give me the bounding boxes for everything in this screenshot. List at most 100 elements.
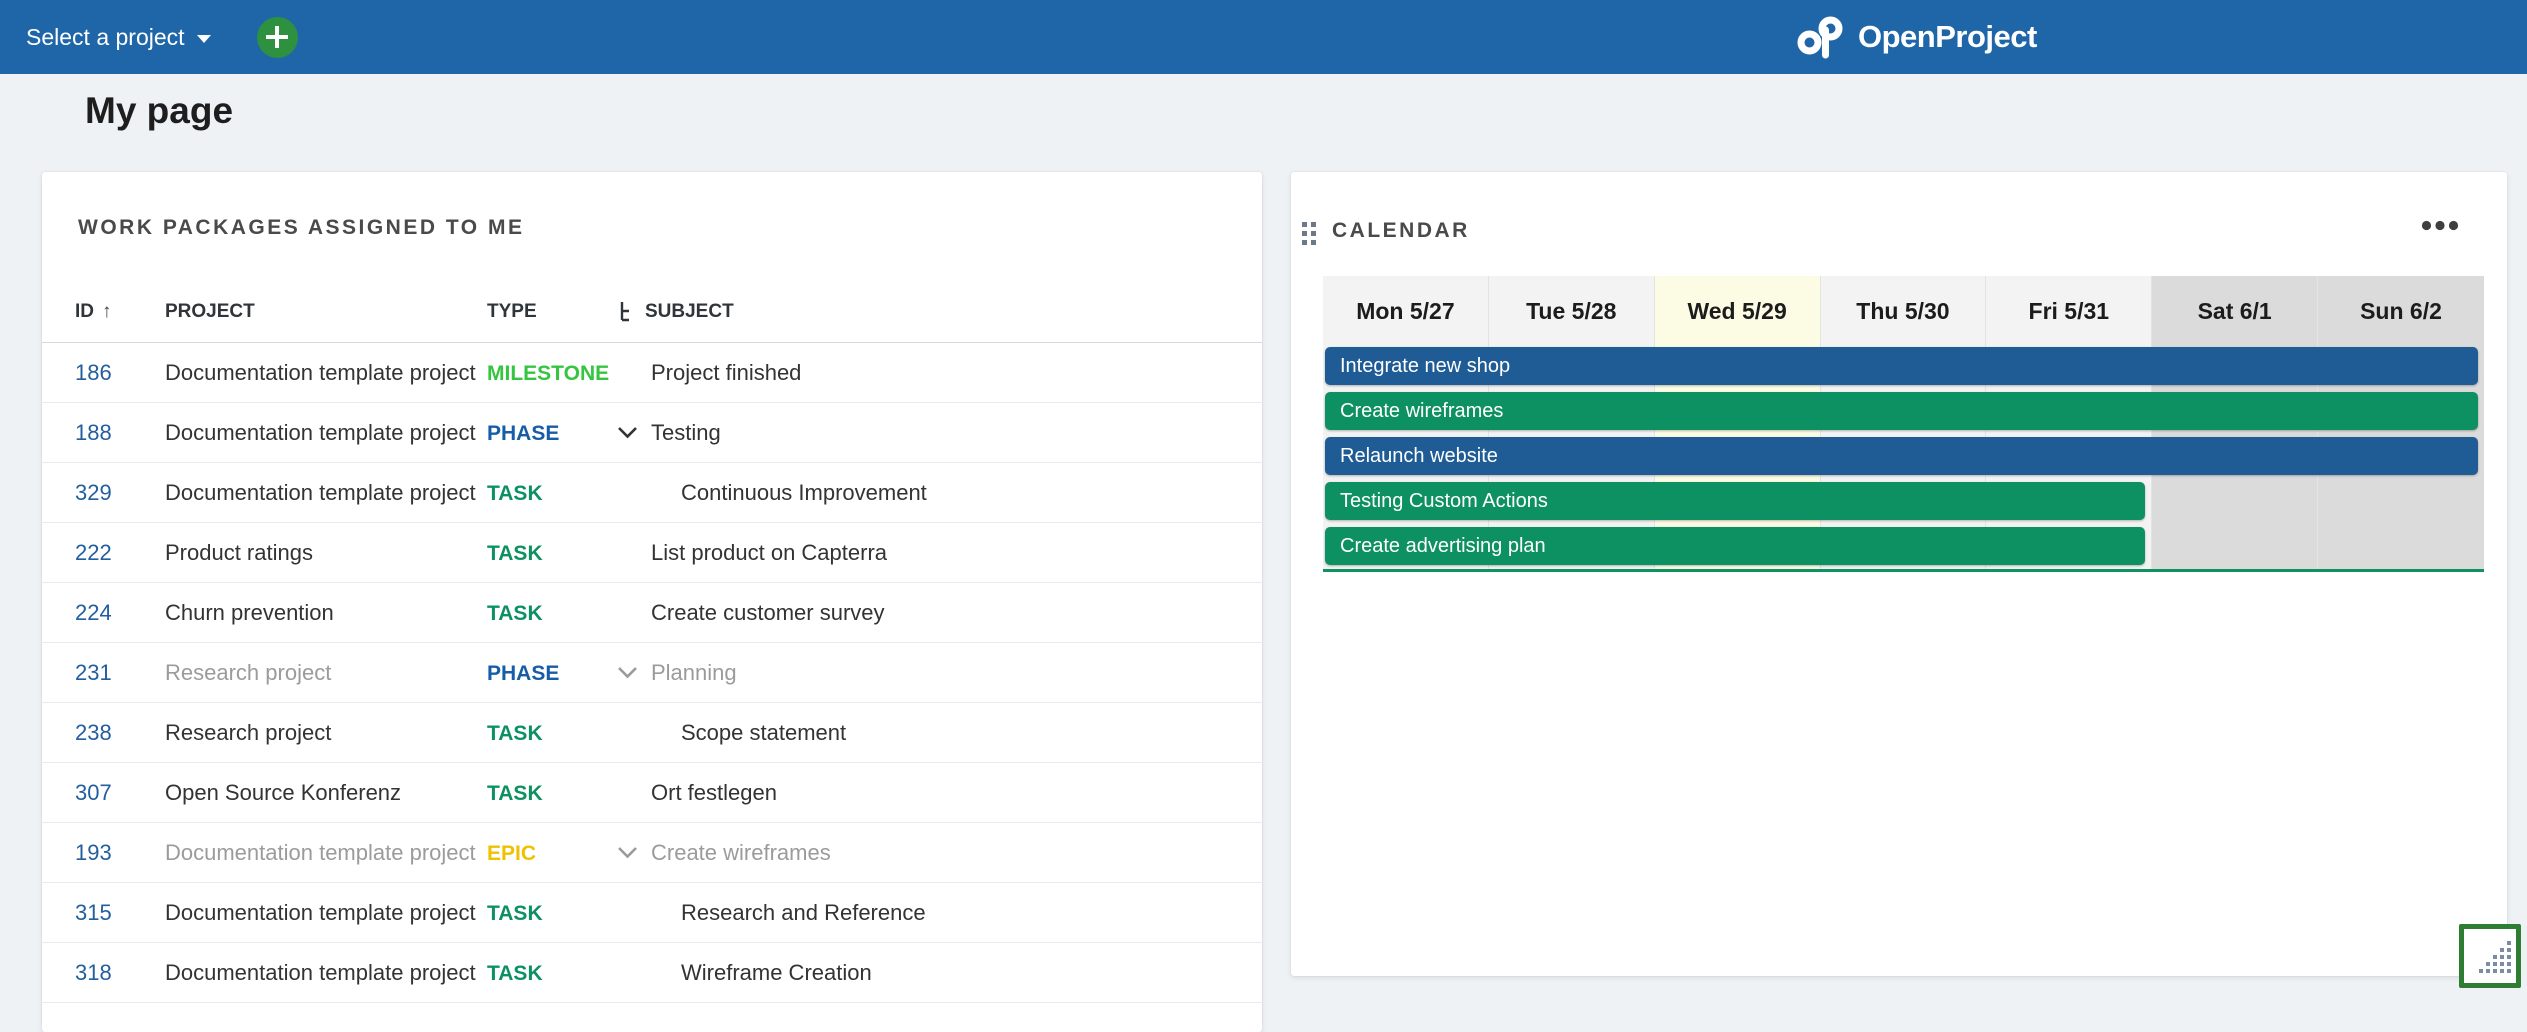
day-header-sat: Sat 6/1 bbox=[2152, 276, 2318, 346]
type-badge: MILESTONE bbox=[487, 362, 609, 385]
table-row[interactable]: 231 Research project PHASE Planning bbox=[42, 643, 1262, 703]
subject-cell: Research and Reference bbox=[681, 900, 926, 926]
calendar-widget-title: CALENDAR bbox=[1332, 219, 1470, 243]
calendar-event[interactable]: Integrate new shop bbox=[1325, 347, 2478, 385]
type-badge: TASK bbox=[487, 962, 543, 985]
ellipsis-icon bbox=[2421, 220, 2459, 231]
subject-cell: Scope statement bbox=[681, 720, 846, 746]
calendar-event[interactable]: Testing Custom Actions bbox=[1325, 482, 2145, 520]
work-package-id-link[interactable]: 318 bbox=[75, 960, 112, 985]
work-package-id-link[interactable]: 186 bbox=[75, 360, 112, 385]
table-row[interactable]: 315 Documentation template project TASK … bbox=[42, 883, 1262, 943]
project-cell: Documentation template project bbox=[165, 360, 487, 386]
work-package-id-link[interactable]: 193 bbox=[75, 840, 112, 865]
project-cell: Churn prevention bbox=[165, 600, 487, 626]
add-project-button[interactable] bbox=[257, 17, 298, 58]
type-badge: TASK bbox=[487, 782, 543, 805]
day-header-wed-today: Wed 5/29 bbox=[1655, 276, 1821, 346]
work-package-id-link[interactable]: 231 bbox=[75, 660, 112, 685]
project-cell: Documentation template project bbox=[165, 420, 487, 446]
type-badge: TASK bbox=[487, 482, 543, 505]
subject-cell: Planning bbox=[651, 660, 737, 686]
calendar-week-grid: Mon 5/27 Tue 5/28 Wed 5/29 Thu 5/30 Fri … bbox=[1323, 276, 2484, 572]
type-badge: TASK bbox=[487, 542, 543, 565]
calendar-event[interactable]: Relaunch website bbox=[1325, 437, 2478, 475]
work-package-id-link[interactable]: 315 bbox=[75, 900, 112, 925]
column-header-subject[interactable]: SUBJECT bbox=[617, 301, 1232, 323]
project-selector-button[interactable]: Select a project bbox=[26, 24, 211, 51]
subject-cell: Ort festlegen bbox=[651, 780, 777, 806]
openproject-logo[interactable]: OpenProject bbox=[1796, 0, 2037, 74]
collapse-chevron-icon[interactable] bbox=[617, 846, 651, 859]
table-row[interactable]: 188 Documentation template project PHASE… bbox=[42, 403, 1262, 463]
column-header-id[interactable]: ID ↑ bbox=[75, 301, 165, 323]
column-header-project[interactable]: PROJECT bbox=[165, 301, 487, 323]
subject-cell: Continuous Improvement bbox=[681, 480, 927, 506]
hierarchy-icon bbox=[617, 301, 635, 322]
work-package-id-link[interactable]: 224 bbox=[75, 600, 112, 625]
table-row[interactable]: 318 Documentation template project TASK … bbox=[42, 943, 1262, 1003]
type-badge: EPIC bbox=[487, 842, 536, 865]
top-navigation-bar: Select a project OpenProject bbox=[0, 0, 2527, 74]
type-badge: PHASE bbox=[487, 662, 559, 685]
collapse-chevron-icon[interactable] bbox=[617, 666, 651, 679]
day-header-tue: Tue 5/28 bbox=[1489, 276, 1655, 346]
widget-menu-button[interactable] bbox=[2421, 220, 2459, 231]
work-packages-widget: WORK PACKAGES ASSIGNED TO ME ID ↑ PROJEC… bbox=[42, 172, 1262, 1032]
openproject-logo-text: OpenProject bbox=[1858, 19, 2037, 55]
table-row[interactable]: 307 Open Source Konferenz TASK Ort festl… bbox=[42, 763, 1262, 823]
subject-cell: Project finished bbox=[651, 360, 801, 386]
subject-cell: Testing bbox=[651, 420, 721, 446]
project-cell: Documentation template project bbox=[165, 960, 487, 986]
table-row[interactable]: 186 Documentation template project MILES… bbox=[42, 343, 1262, 403]
work-package-id-link[interactable]: 188 bbox=[75, 420, 112, 445]
table-row[interactable]: 222 Product ratings TASK List product on… bbox=[42, 523, 1262, 583]
page-title: My page bbox=[85, 90, 233, 132]
work-packages-widget-title: WORK PACKAGES ASSIGNED TO ME bbox=[78, 216, 1262, 240]
project-selector-label: Select a project bbox=[26, 24, 185, 51]
subject-cell: Create customer survey bbox=[651, 600, 885, 626]
calendar-widget: CALENDAR Mon 5/27 Tue 5/28 Wed 5/29 Thu … bbox=[1291, 172, 2507, 976]
calendar-event[interactable]: Create advertising plan bbox=[1325, 527, 2145, 565]
project-cell: Research project bbox=[165, 660, 487, 686]
work-packages-table: ID ↑ PROJECT TYPE SUBJECT 186 Documentat… bbox=[42, 281, 1262, 1003]
project-cell: Documentation template project bbox=[165, 840, 487, 866]
subject-cell: Create wireframes bbox=[651, 840, 831, 866]
chevron-down-icon bbox=[197, 35, 211, 43]
sort-ascending-icon: ↑ bbox=[102, 301, 112, 323]
widget-resize-handle[interactable] bbox=[2459, 924, 2521, 988]
work-packages-table-header: ID ↑ PROJECT TYPE SUBJECT bbox=[42, 281, 1262, 343]
project-cell: Open Source Konferenz bbox=[165, 780, 487, 806]
project-cell: Documentation template project bbox=[165, 480, 487, 506]
project-cell: Research project bbox=[165, 720, 487, 746]
type-badge: TASK bbox=[487, 602, 543, 625]
column-header-type[interactable]: TYPE bbox=[487, 301, 617, 323]
plus-icon bbox=[266, 26, 288, 48]
day-header-fri: Fri 5/31 bbox=[1986, 276, 2152, 346]
work-package-id-link[interactable]: 238 bbox=[75, 720, 112, 745]
subject-cell: List product on Capterra bbox=[651, 540, 887, 566]
day-header-sun: Sun 6/2 bbox=[2318, 276, 2484, 346]
day-header-thu: Thu 5/30 bbox=[1821, 276, 1987, 346]
table-row[interactable]: 193 Documentation template project EPIC … bbox=[42, 823, 1262, 883]
calendar-day-header-row: Mon 5/27 Tue 5/28 Wed 5/29 Thu 5/30 Fri … bbox=[1323, 276, 2484, 346]
resize-grip-icon bbox=[2479, 941, 2513, 980]
type-badge: PHASE bbox=[487, 422, 559, 445]
type-badge: TASK bbox=[487, 902, 543, 925]
table-row[interactable]: 224 Churn prevention TASK Create custome… bbox=[42, 583, 1262, 643]
work-package-id-link[interactable]: 329 bbox=[75, 480, 112, 505]
project-cell: Documentation template project bbox=[165, 900, 487, 926]
drag-handle-icon[interactable] bbox=[1302, 222, 1317, 251]
project-cell: Product ratings bbox=[165, 540, 487, 566]
calendar-event[interactable]: Create wireframes bbox=[1325, 392, 2478, 430]
day-header-mon: Mon 5/27 bbox=[1323, 276, 1489, 346]
collapse-chevron-icon[interactable] bbox=[617, 426, 651, 439]
work-package-id-link[interactable]: 222 bbox=[75, 540, 112, 565]
type-badge: TASK bbox=[487, 722, 543, 745]
subject-cell: Wireframe Creation bbox=[681, 960, 872, 986]
openproject-logo-icon bbox=[1796, 15, 1844, 59]
table-row[interactable]: 238 Research project TASK Scope statemen… bbox=[42, 703, 1262, 763]
table-row[interactable]: 329 Documentation template project TASK … bbox=[42, 463, 1262, 523]
calendar-widget-header: CALENDAR bbox=[1291, 172, 2507, 276]
work-package-id-link[interactable]: 307 bbox=[75, 780, 112, 805]
